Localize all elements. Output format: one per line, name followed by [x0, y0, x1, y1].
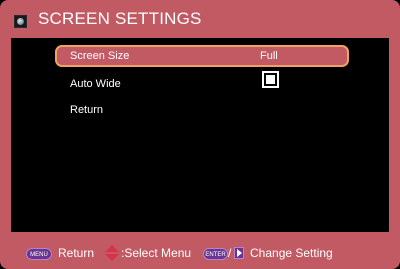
- select-menu-hint: :Select Menu: [121, 246, 192, 260]
- menu-return-hint: Return: [58, 246, 95, 260]
- right-arrow-icon: [234, 247, 244, 259]
- menu-panel: [11, 38, 389, 232]
- menu-title: SCREEN SETTINGS: [38, 9, 202, 28]
- change-setting-hint: Change Setting: [250, 246, 333, 260]
- monitor-globe-icon: [14, 15, 27, 28]
- enter-key-badge: ENTER: [203, 248, 228, 260]
- separator-slash: /: [228, 246, 232, 260]
- menu-key-badge: MENU: [26, 248, 52, 260]
- menu-item-return[interactable]: Return: [70, 104, 103, 116]
- screen-size-value[interactable]: Full: [260, 50, 278, 62]
- up-down-arrow-icon: [105, 245, 119, 261]
- menu-item-screen-size[interactable]: Screen Size: [70, 50, 129, 62]
- menu-item-auto-wide[interactable]: Auto Wide: [70, 78, 121, 90]
- auto-wide-checkbox[interactable]: [262, 71, 279, 88]
